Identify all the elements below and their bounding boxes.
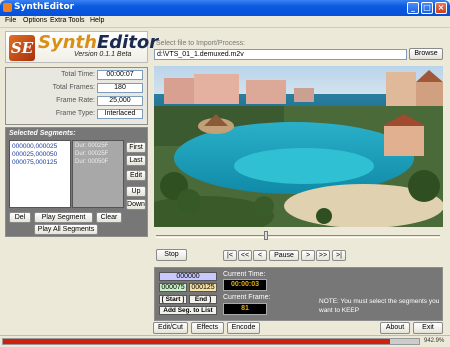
current-frame-label: Current Frame: [223, 294, 271, 301]
menu-options[interactable]: Options [23, 17, 47, 24]
file-path-input[interactable]: d:\VTS_01_1.demuxed.m2v [154, 49, 407, 60]
menu-file[interactable]: File [5, 17, 16, 24]
up-button[interactable]: Up [126, 186, 146, 197]
current-time-value: 00:00:03 [223, 279, 267, 291]
exit-button[interactable]: Exit [413, 322, 443, 334]
duration-item: Dur: 00050F [75, 159, 109, 165]
edit-button[interactable]: Edit [126, 170, 146, 181]
file-select-label: Select file to Import/Process: [156, 40, 246, 47]
logo-banner: SE SynthEditor Version 0.1.1 Beta [5, 31, 158, 63]
effects-button[interactable]: Effects [191, 322, 224, 334]
segments-title: Selected Segments: [9, 130, 76, 137]
list-item[interactable]: 000000,000025 [12, 143, 57, 150]
clear-button[interactable]: Clear [96, 212, 122, 223]
duration-item: Dur: 00025F [75, 151, 109, 157]
segment-start-field: 000075 [159, 283, 187, 292]
list-item[interactable]: 000075,000125 [12, 159, 57, 166]
about-button[interactable]: About [380, 322, 410, 334]
go-end-button[interactable]: >| [332, 250, 346, 261]
logo-title: SynthEditor [38, 32, 159, 53]
segment-duration-list: Dur: 00025F Dur: 00025F Dur: 00050F [72, 140, 124, 208]
menu-help[interactable]: Help [90, 17, 104, 24]
logo-icon: SE [9, 35, 35, 61]
play-all-segments-button[interactable]: Play All Segments [34, 224, 98, 235]
keep-segments-note: NOTE: You must select the segments you w… [319, 298, 440, 314]
first-button[interactable]: First [126, 142, 146, 153]
down-button[interactable]: Down [126, 199, 146, 210]
pause-button[interactable]: Pause [269, 250, 299, 261]
version-label: Version 0.1.1 Beta [74, 51, 132, 58]
menu-bar: File Options Extra Tools Help [0, 16, 450, 28]
title-bar: SynthEditor _ □ × [0, 0, 450, 16]
window-title: SynthEditor [14, 2, 75, 12]
minimize-button[interactable]: _ [407, 2, 419, 14]
progress-percent: 942.9% [424, 338, 445, 344]
duration-item: Dur: 00025F [75, 143, 109, 149]
total-frames-value: 180 [97, 83, 143, 93]
video-frame-image [154, 66, 443, 227]
app-icon [3, 3, 12, 12]
frame-rate-label: Frame Rate: [56, 97, 95, 104]
video-info-panel: Total Time: 00:00:07 Total Frames: 180 F… [5, 67, 148, 125]
delete-button[interactable]: Del [9, 212, 31, 223]
close-button[interactable]: × [435, 2, 447, 14]
seek-slider-thumb[interactable] [264, 231, 268, 240]
edit-cut-button[interactable]: Edit/Cut [153, 322, 188, 334]
seek-slider-track[interactable] [156, 235, 440, 238]
step-back-button[interactable]: < [253, 250, 267, 261]
total-time-label: Total Time: [61, 71, 95, 78]
play-segment-button[interactable]: Play Segment [34, 212, 93, 223]
video-preview [154, 66, 443, 227]
end-button[interactable]: End ] [189, 295, 217, 304]
list-item[interactable]: 000025,000050 [12, 151, 57, 158]
rewind-button[interactable]: << [238, 250, 252, 261]
frame-type-label: Frame Type: [55, 110, 95, 117]
encode-button[interactable]: Encode [227, 322, 260, 334]
segment-control-panel: 000000 000075 000125 [ Start ] End ] Add… [154, 267, 443, 321]
selected-segments-panel: Selected Segments: 000000,000025 000025,… [5, 127, 148, 237]
frame-rate-value: 25,000 [97, 96, 143, 106]
menu-extra-tools[interactable]: Extra Tools [50, 17, 85, 24]
current-time-label: Current Time: [223, 271, 266, 278]
fast-forward-button[interactable]: >> [316, 250, 330, 261]
browse-button[interactable]: Browse [409, 48, 443, 60]
current-position-field: 000000 [159, 272, 217, 281]
go-start-button[interactable]: |< [223, 250, 237, 261]
step-forward-button[interactable]: > [301, 250, 315, 261]
last-button[interactable]: Last [126, 155, 146, 166]
status-bar: 942.9% [0, 335, 450, 347]
add-segment-button[interactable]: Add Seg. to List [159, 306, 217, 315]
segment-end-field: 000125 [189, 283, 217, 292]
progress-bar [2, 338, 420, 345]
stop-button[interactable]: Stop [156, 249, 187, 261]
maximize-button[interactable]: □ [421, 2, 433, 14]
total-time-value: 00:00:07 [97, 70, 143, 80]
start-button[interactable]: [ Start ] [159, 295, 187, 304]
frame-type-value: Interlaced [97, 109, 143, 119]
progress-fill [3, 339, 390, 344]
total-frames-label: Total Frames: [52, 84, 95, 91]
current-frame-value: 81 [223, 303, 267, 315]
segment-list[interactable]: 000000,000025 000025,000050 000075,00012… [9, 140, 71, 208]
